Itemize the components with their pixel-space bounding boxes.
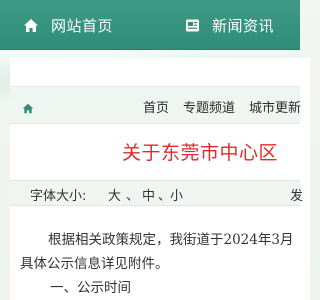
font-size-label: 字体大小: xyxy=(30,189,87,204)
paragraph: 一、公示时间 xyxy=(50,280,131,296)
nav-item-home[interactable]: 网站首页 xyxy=(22,0,113,50)
publish-info-fragment: 发 xyxy=(290,189,304,204)
page-title: 关于东莞市中心区 xyxy=(122,142,279,164)
article-panel: 首页 专题频道 城市更新 关于东莞市中心区 字体大小: 大 、 中 、 小 发 … xyxy=(10,58,310,300)
article-body: 根据相关政策规定，我街道于2024年3月 具体公示信息详见附件。 一、公示时间 xyxy=(10,228,300,300)
nav-item-news[interactable]: 新闻资讯 xyxy=(183,0,274,50)
font-size-small-button[interactable]: 小 xyxy=(170,185,183,204)
font-size-bar: 字体大小: 大 、 中 、 小 发 xyxy=(10,180,304,206)
paragraph: 具体公示信息详见附件。 xyxy=(20,256,169,272)
font-size-medium-button[interactable]: 中 xyxy=(142,185,155,204)
paragraph: 根据相关政策规定，我街道于2024年3月 xyxy=(48,232,294,248)
breadcrumb-link-urban-renewal[interactable]: 城市更新 xyxy=(249,97,301,116)
home-icon[interactable] xyxy=(22,99,34,118)
breadcrumb-link-topics[interactable]: 专题频道 xyxy=(183,97,235,116)
home-icon xyxy=(22,16,40,34)
breadcrumb-link-home[interactable]: 首页 xyxy=(143,97,169,116)
breadcrumb-links: 首页 专题频道 城市更新 xyxy=(143,87,301,125)
nav-item-home-label: 网站首页 xyxy=(51,16,114,35)
breadcrumb: 首页 专题频道 城市更新 xyxy=(10,86,301,125)
nav-item-news-label: 新闻资讯 xyxy=(212,16,275,35)
top-navigation: 网站首页 新闻资讯 xyxy=(0,0,300,50)
font-size-large-button[interactable]: 大 xyxy=(108,185,121,204)
news-icon xyxy=(183,16,201,34)
font-size-separator: 、 xyxy=(126,189,140,204)
